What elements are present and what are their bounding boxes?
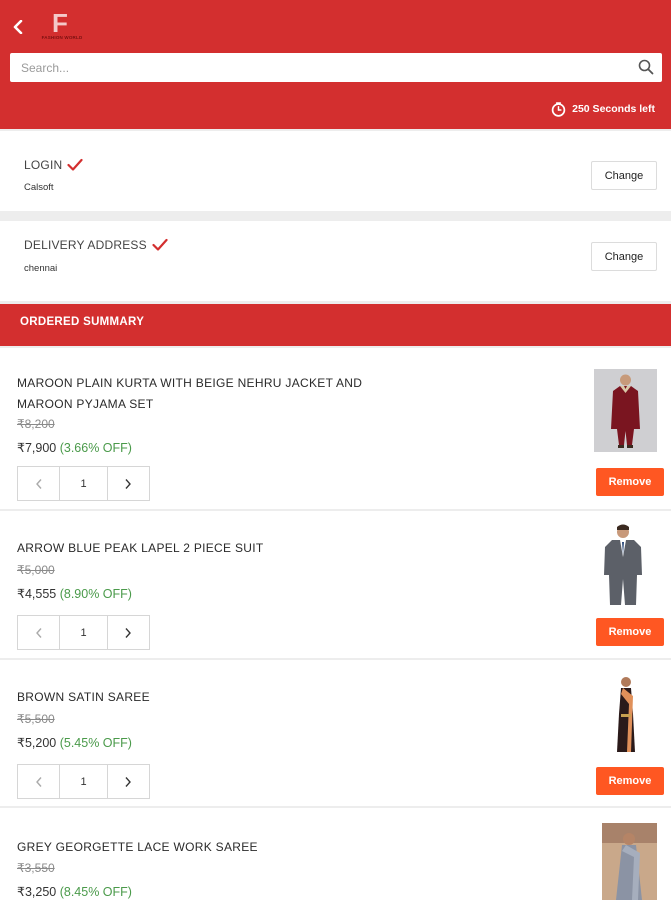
quantity-stepper: 1 xyxy=(17,615,150,650)
item-discount: (5.45% OFF) xyxy=(59,736,132,750)
remove-item-button[interactable]: Remove xyxy=(596,618,664,646)
item-name: GREY GEORGETTE LACE WORK SAREE xyxy=(17,840,258,854)
suit-product-image xyxy=(597,523,649,607)
item-discount: (3.66% OFF) xyxy=(59,441,132,455)
order-item: MAROON PLAIN KURTA WITH BEIGE NEHRU JACK… xyxy=(0,348,671,509)
item-final-price: ₹3,250 xyxy=(17,885,57,899)
logo-text: FASHION WORLD xyxy=(41,35,83,40)
grey-saree-product-image xyxy=(602,823,657,900)
product-image[interactable] xyxy=(602,823,657,900)
session-timer: 250 Seconds left xyxy=(551,100,655,118)
decrease-quantity-button[interactable] xyxy=(18,467,59,500)
chevron-left-icon xyxy=(35,776,42,787)
remove-item-button[interactable]: Remove xyxy=(596,468,664,496)
quantity-value: 1 xyxy=(59,765,108,798)
item-price: ₹4,555 (8.90% OFF) xyxy=(17,586,132,601)
item-name: BROWN SATIN SAREE xyxy=(17,690,150,704)
item-final-price: ₹5,200 xyxy=(17,736,57,750)
chevron-left-icon xyxy=(35,627,42,638)
check-icon xyxy=(152,238,168,251)
summary-title: ORDERED SUMMARY xyxy=(20,316,145,328)
timer-icon xyxy=(551,101,566,117)
login-title: LOGIN xyxy=(24,158,83,172)
order-item: GREY GEORGETTE LACE WORK SAREE ₹3,550 ₹3… xyxy=(0,808,671,900)
change-login-button[interactable]: Change xyxy=(591,161,657,190)
search-bar xyxy=(10,53,662,82)
back-button[interactable] xyxy=(8,14,28,40)
item-discount: (8.45% OFF) xyxy=(59,885,132,899)
increase-quantity-button[interactable] xyxy=(108,765,149,798)
quantity-value: 1 xyxy=(59,616,108,649)
login-value: Calsoft xyxy=(24,182,54,193)
item-name: MAROON PLAIN KURTA WITH BEIGE NEHRU JACK… xyxy=(17,376,363,411)
check-icon xyxy=(67,158,83,171)
app-header: F FASHION WORLD 250 Seconds left xyxy=(0,0,671,129)
search-input[interactable] xyxy=(10,53,630,82)
order-item: ARROW BLUE PEAK LAPEL 2 PIECE SUIT ₹5,00… xyxy=(0,511,671,658)
remove-item-button[interactable]: Remove xyxy=(596,767,664,795)
kurta-product-image xyxy=(594,369,657,452)
product-image[interactable] xyxy=(597,523,649,607)
delivery-value: chennai xyxy=(24,263,58,274)
quantity-stepper: 1 xyxy=(17,764,150,799)
change-address-button[interactable]: Change xyxy=(591,242,657,271)
quantity-value: 1 xyxy=(59,467,108,500)
chevron-right-icon xyxy=(125,776,132,787)
ordered-summary-header: ORDERED SUMMARY xyxy=(0,304,671,346)
item-original-price: ₹5,000 xyxy=(17,563,55,577)
delivery-address-card: DELIVERY ADDRESS chennai Change xyxy=(0,221,671,301)
chevron-right-icon xyxy=(125,627,132,638)
chevron-left-icon xyxy=(35,478,42,489)
logo-letter: F xyxy=(52,8,68,38)
item-final-price: ₹4,555 xyxy=(17,587,57,601)
item-original-price: ₹5,500 xyxy=(17,712,55,726)
delivery-title: DELIVERY ADDRESS xyxy=(24,238,168,252)
login-card: LOGIN Calsoft Change xyxy=(0,131,671,211)
item-discount: (8.90% OFF) xyxy=(59,587,132,601)
decrease-quantity-button[interactable] xyxy=(18,616,59,649)
search-icon[interactable] xyxy=(638,59,654,75)
item-price: ₹3,250 (8.45% OFF) xyxy=(17,884,132,899)
item-name: ARROW BLUE PEAK LAPEL 2 PIECE SUIT xyxy=(17,541,264,555)
quantity-stepper: 1 xyxy=(17,466,150,501)
decrease-quantity-button[interactable] xyxy=(18,765,59,798)
item-price: ₹7,900 (3.66% OFF) xyxy=(17,440,132,455)
saree-product-image xyxy=(611,674,641,756)
delivery-title-text: DELIVERY ADDRESS xyxy=(24,238,147,252)
increase-quantity-button[interactable] xyxy=(108,616,149,649)
item-original-price: ₹3,550 xyxy=(17,861,55,875)
timer-text: 250 Seconds left xyxy=(572,103,655,115)
order-item: BROWN SATIN SAREE ₹5,500 ₹5,200 (5.45% O… xyxy=(0,660,671,806)
product-image[interactable] xyxy=(594,369,657,452)
brand-logo[interactable]: F FASHION WORLD xyxy=(34,8,90,44)
item-original-price: ₹8,200 xyxy=(17,417,55,431)
increase-quantity-button[interactable] xyxy=(108,467,149,500)
item-price: ₹5,200 (5.45% OFF) xyxy=(17,735,132,750)
login-title-text: LOGIN xyxy=(24,158,63,172)
product-image[interactable] xyxy=(611,674,641,756)
item-final-price: ₹7,900 xyxy=(17,441,57,455)
chevron-right-icon xyxy=(125,478,132,489)
chevron-left-icon xyxy=(13,20,23,34)
